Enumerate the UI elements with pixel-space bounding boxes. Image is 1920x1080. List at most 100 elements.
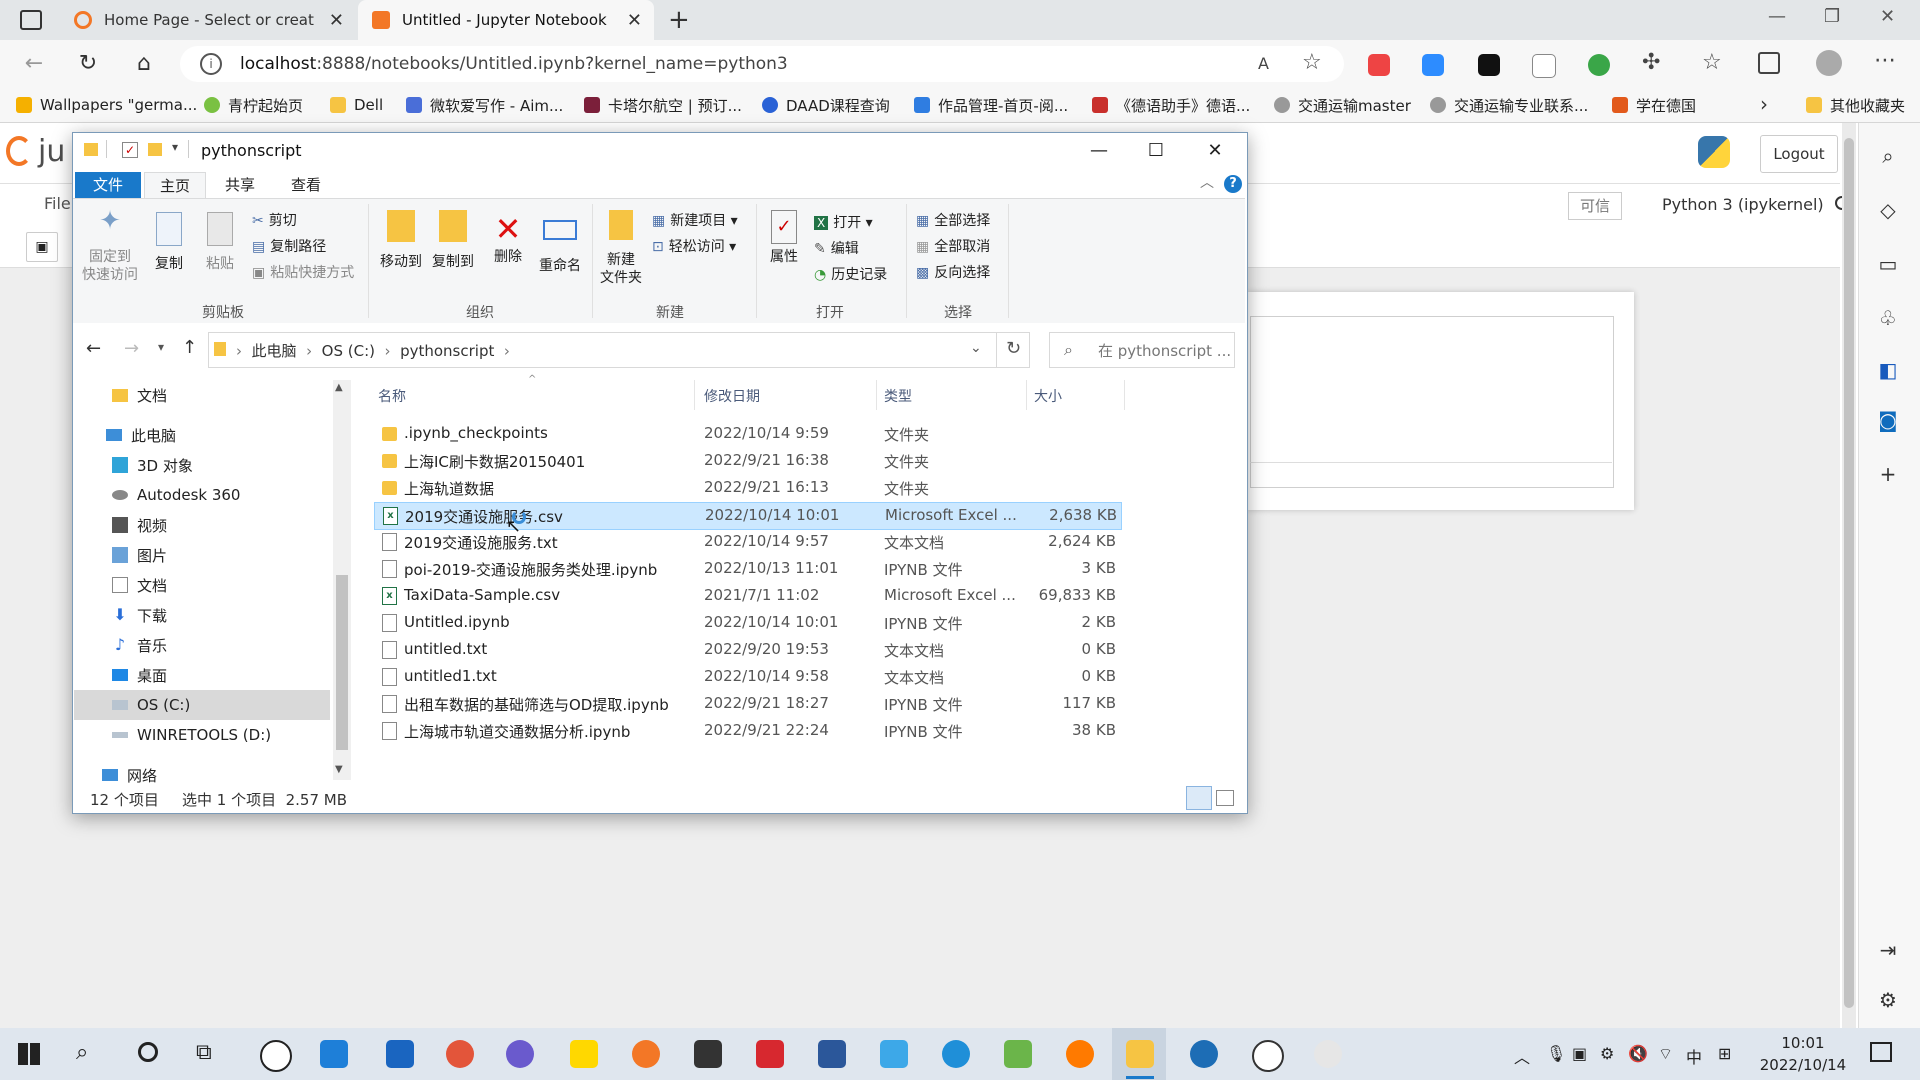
bookmark-item[interactable]: 《德语助手》德语... (1092, 94, 1250, 116)
file-row[interactable]: 2019交通设施服务.txt 2022/10/14 9:57 文本文档 2,624 K… (374, 529, 1120, 555)
tree-item-videos[interactable]: 视频 (112, 511, 167, 539)
sidebar-hide-icon[interactable]: ⇥ (1876, 938, 1900, 962)
new-folder-quick-icon[interactable] (148, 143, 162, 156)
jupyter-logo-text[interactable]: ju (38, 134, 65, 169)
file-row[interactable]: poi-2019-交通设施服务类处理.ipynb 2022/10/13 11:01… (374, 556, 1120, 582)
url-text[interactable]: localhost:8888/notebooks/Untitled.ipynb?… (240, 54, 788, 74)
tab-home[interactable]: 主页 (144, 172, 206, 199)
taskbar-python-app-icon[interactable] (1314, 1040, 1342, 1068)
file-row[interactable]: 上海轨道数据 2022/9/21 16:13 文件夹 (374, 475, 1120, 501)
delete-button[interactable]: ✕ 删除 (486, 210, 530, 266)
other-bookmarks[interactable]: 其他收藏夹 (1806, 94, 1905, 116)
taskbar-terminal-icon[interactable] (694, 1040, 722, 1068)
scroll-up-icon[interactable]: ▲ (335, 382, 343, 393)
tray-screen-icon[interactable]: ▣ (1572, 1044, 1587, 1063)
breadcrumb-this-pc[interactable]: 此电脑 (252, 342, 297, 360)
tree-item-pictures[interactable]: 图片 (112, 541, 167, 569)
favorite-star-icon[interactable]: ☆ (1302, 50, 1322, 75)
tray-app-icon[interactable]: ⚙ (1600, 1044, 1614, 1063)
trusted-indicator[interactable]: 可信 (1568, 192, 1622, 220)
profile-avatar[interactable] (1816, 50, 1842, 76)
sidebar-add-icon[interactable]: + (1876, 462, 1900, 486)
back-icon[interactable]: ← (22, 52, 46, 76)
new-item-button[interactable]: ▦ 新建项目 ▾ (652, 210, 738, 230)
refresh-icon[interactable]: ↻ (1006, 338, 1021, 359)
details-view-icon[interactable] (1186, 786, 1212, 810)
bookmark-item[interactable]: 作品管理-首页-阅... (914, 94, 1068, 116)
sidebar-games-icon[interactable]: ♧ (1876, 306, 1900, 330)
breadcrumb-pythonscript[interactable]: pythonscript (400, 342, 494, 360)
file-row[interactable]: 上海城市轨道交通数据分析.ipynb 2022/9/21 22:24 IPYNB 文… (374, 718, 1120, 744)
select-none-button[interactable]: ▦ 全部取消 (916, 236, 990, 256)
column-separator[interactable] (1026, 380, 1027, 410)
new-folder-button[interactable]: 新建 文件夹 (596, 210, 646, 287)
properties-quick-icon[interactable]: ✓ (122, 142, 138, 158)
taskbar-zotero-icon[interactable] (756, 1040, 784, 1068)
breadcrumb-drive-c[interactable]: OS (C:) (322, 342, 375, 360)
favorites-icon[interactable]: ☆ (1702, 50, 1722, 75)
close-browser-button[interactable]: ✕ (1880, 6, 1895, 27)
paste-button[interactable]: 粘贴 (198, 212, 242, 273)
copy-path-button[interactable]: ▤ 复制路径 (252, 236, 326, 256)
properties-button[interactable]: ✓ 属性 (762, 210, 806, 266)
bookmark-item[interactable]: 卡塔尔航空 | 预订... (584, 94, 742, 116)
tab-file[interactable]: 文件 (75, 172, 141, 198)
file-row[interactable]: x TaxiData-Sample.csv 2021/7/1 11:02 Micros… (374, 583, 1120, 609)
tree-item-downloads[interactable]: ⬇ 下载 (112, 601, 167, 629)
new-tab-button[interactable]: + (668, 5, 690, 35)
sidebar-settings-gear-icon[interactable]: ⚙ (1876, 988, 1900, 1012)
sidebar-search-icon[interactable]: ⌕ (1876, 144, 1900, 168)
tree-item-3d-objects[interactable]: 3D 对象 (112, 451, 193, 479)
taskbar-obs-icon[interactable] (1252, 1040, 1284, 1072)
tab-actions-icon[interactable] (20, 10, 42, 30)
taskbar-file-explorer-icon[interactable] (1126, 1040, 1154, 1068)
tree-item-this-pc[interactable]: 此电脑 (106, 421, 176, 449)
bookmark-item[interactable]: 学在德国 (1612, 94, 1696, 116)
taskbar-minecraft-icon[interactable] (1004, 1040, 1032, 1068)
refresh-icon[interactable]: ↻ (76, 52, 100, 76)
task-view-icon[interactable]: ⧉ (196, 1040, 212, 1065)
column-header-type[interactable]: 类型 (884, 386, 912, 406)
bookmark-item[interactable]: Wallpapers "germa... (16, 94, 197, 116)
bookmark-item[interactable]: 交通运输专业联系... (1430, 94, 1588, 116)
file-row[interactable]: 出租车数据的基础筛选与OD提取.ipynb 2022/9/21 18:27 IPYN… (374, 691, 1120, 717)
navigation-scrollbar-thumb[interactable] (336, 575, 348, 750)
file-row[interactable]: .ipynb_checkpoints 2022/10/14 9:59 文件夹 (374, 421, 1120, 447)
tray-overflow-chevron-icon[interactable]: ︿ (1514, 1044, 1530, 1068)
file-row[interactable]: Untitled.ipynb 2022/10/14 10:01 IPYNB 文件 2 … (374, 610, 1120, 636)
tree-item-documents[interactable]: 文档 (112, 571, 167, 599)
taskbar-paint-icon[interactable] (446, 1040, 474, 1068)
sidebar-office-icon[interactable]: ◧ (1876, 358, 1900, 382)
sidebar-toolbox-icon[interactable]: ▭ (1876, 252, 1900, 276)
sidebar-outlook-icon[interactable]: ◙ (1876, 408, 1900, 432)
close-tab-icon[interactable]: ✕ (329, 10, 344, 31)
bookmark-item[interactable]: 交通运输master (1274, 94, 1411, 116)
forward-arrow-icon[interactable]: → (124, 338, 139, 359)
sidebar-tag-icon[interactable]: ◇ (1876, 198, 1900, 222)
invert-selection-button[interactable]: ▩ 反向选择 (916, 262, 990, 282)
open-button[interactable]: X 打开 ▾ (814, 212, 873, 232)
notification-center-icon[interactable] (1870, 1042, 1892, 1062)
info-icon[interactable]: i (200, 53, 222, 75)
taskbar-visio-icon[interactable] (818, 1040, 846, 1068)
path-dropdown-chevron-icon[interactable]: ⌄ (970, 340, 982, 356)
start-windows-icon[interactable] (18, 1043, 40, 1065)
taskbar-orange-app-icon[interactable] (1066, 1040, 1094, 1068)
file-row[interactable]: untitled1.txt 2022/10/14 9:58 文本文档 0 KB (374, 664, 1120, 690)
cortana-icon[interactable] (138, 1042, 158, 1062)
tray-ime-mode[interactable]: 中 (1686, 1044, 1702, 1068)
up-arrow-icon[interactable]: ↑ (182, 337, 197, 358)
taskbar-notes-icon[interactable] (386, 1040, 414, 1068)
tab-home-page[interactable]: Home Page - Select or create a n ✕ (60, 0, 356, 40)
easy-access-button[interactable]: ⊡ 轻松访问 ▾ (652, 236, 736, 256)
extension-zoom-icon[interactable] (1422, 54, 1444, 76)
column-separator[interactable] (876, 380, 877, 410)
column-header-size[interactable]: 大小 (1034, 386, 1062, 406)
rename-button[interactable]: 重命名 (534, 210, 586, 275)
collapse-ribbon-chevron-icon[interactable]: ︿ (1200, 172, 1214, 192)
back-arrow-icon[interactable]: ← (86, 338, 101, 359)
maximize-browser-button[interactable]: ❐ (1824, 6, 1840, 27)
bookmarks-overflow-chevron-icon[interactable]: › (1760, 92, 1768, 116)
tray-wifi-icon[interactable]: ⌔ (1658, 1044, 1673, 1064)
select-all-button[interactable]: ▦ 全部选择 (916, 210, 990, 230)
